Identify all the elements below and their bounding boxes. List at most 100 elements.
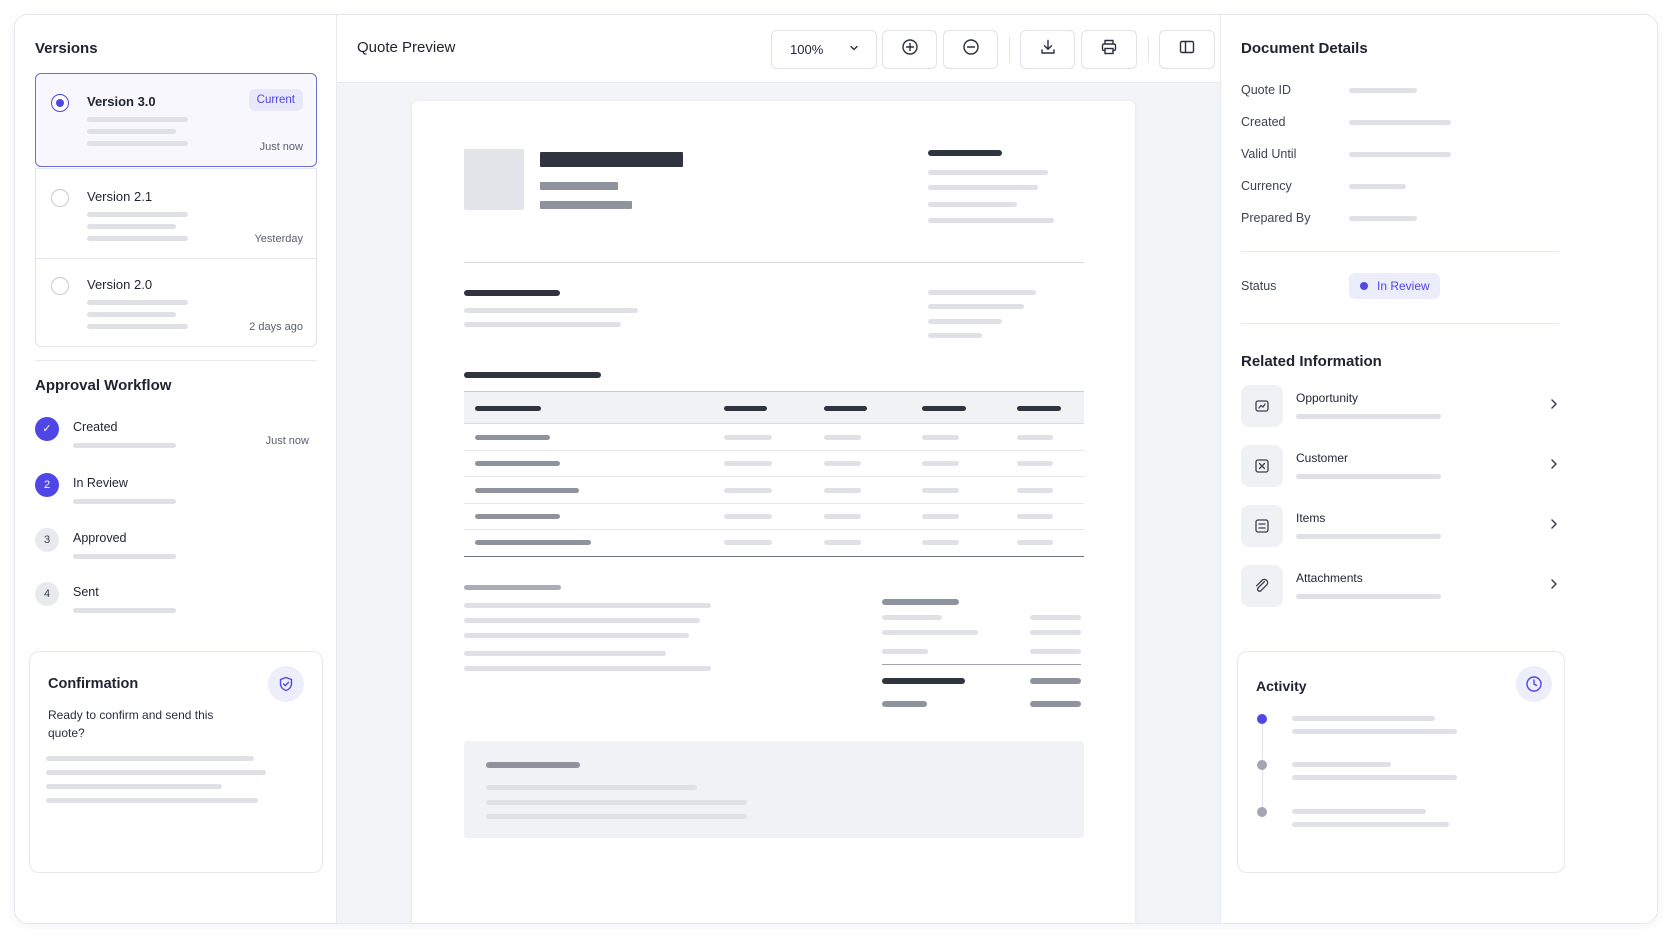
skeleton-line xyxy=(464,585,561,590)
status-label: Status xyxy=(1241,279,1277,293)
skeleton-line xyxy=(1296,474,1441,479)
related-item-items[interactable]: Items xyxy=(1241,505,1559,549)
chevron-right-icon xyxy=(1547,517,1561,536)
terms-block xyxy=(464,741,1084,838)
skeleton-line xyxy=(87,117,188,122)
related-item-customer[interactable]: Customer xyxy=(1241,445,1559,489)
skeleton-line xyxy=(73,443,176,448)
preview-title: Quote Preview xyxy=(357,39,456,56)
version-card-2-0[interactable]: Version 2.0 2 days ago xyxy=(35,258,317,347)
skeleton-line xyxy=(486,814,747,819)
skeleton-value xyxy=(1349,216,1417,221)
zoom-value: 100% xyxy=(790,42,824,57)
customer-icon xyxy=(1241,445,1283,487)
skeleton-line xyxy=(87,224,176,229)
divider xyxy=(464,262,1084,263)
zoom-out-button[interactable] xyxy=(943,30,998,69)
skeleton-line xyxy=(486,785,697,790)
skeleton-line xyxy=(73,554,176,559)
download-button[interactable] xyxy=(1020,30,1075,69)
skeleton-line xyxy=(1296,534,1441,539)
field-label-created: Created xyxy=(1241,115,1286,129)
version-radio[interactable] xyxy=(51,189,69,207)
skeleton-title xyxy=(540,152,683,167)
skeleton-cell xyxy=(475,406,541,411)
skeleton-line xyxy=(540,182,618,190)
version-name: Version 2.1 xyxy=(87,189,153,204)
divider xyxy=(35,360,317,361)
toolbar-divider xyxy=(1148,37,1149,63)
skeleton-cell xyxy=(922,461,959,466)
check-icon: ✓ xyxy=(35,417,59,441)
current-badge: Current xyxy=(248,89,303,111)
related-label: Attachments xyxy=(1296,571,1363,585)
table-header xyxy=(464,391,1084,424)
skeleton-line xyxy=(464,322,621,327)
step-name: In Review xyxy=(73,476,128,490)
related-label: Customer xyxy=(1296,451,1349,465)
skeleton-line xyxy=(928,150,1002,156)
skeleton-cell xyxy=(475,461,560,466)
skeleton-line xyxy=(464,308,638,313)
skeleton-cell xyxy=(724,461,772,466)
field-label-quote-id: Quote ID xyxy=(1241,83,1292,97)
workflow-step-in-review: 2 In Review xyxy=(35,473,317,513)
step-name: Sent xyxy=(73,585,99,599)
version-card-2-1[interactable]: Version 2.1 Yesterday xyxy=(35,168,317,259)
skeleton-line xyxy=(1292,762,1391,767)
skeleton-line xyxy=(882,599,959,605)
print-button[interactable] xyxy=(1081,30,1137,69)
skeleton-line xyxy=(464,290,560,296)
shield-check-icon xyxy=(268,666,304,702)
related-item-opportunity[interactable]: Opportunity xyxy=(1241,385,1559,429)
skeleton-cell xyxy=(1017,406,1061,411)
opportunity-icon xyxy=(1241,385,1283,427)
skeleton-cell xyxy=(824,540,861,545)
related-item-attachments[interactable]: Attachments xyxy=(1241,565,1559,609)
zoom-in-button[interactable] xyxy=(882,30,937,69)
activity-card: Activity xyxy=(1237,651,1565,873)
table-row xyxy=(464,477,1084,504)
step-name: Created xyxy=(73,420,118,434)
zoom-select[interactable]: 100% xyxy=(771,30,877,69)
chevron-right-icon xyxy=(1547,457,1561,476)
download-icon xyxy=(1039,38,1057,61)
app-window: Versions Version 3.0 Current Just now Ve… xyxy=(14,14,1658,924)
activity-title: Activity xyxy=(1256,678,1307,694)
version-radio[interactable] xyxy=(51,94,69,112)
skeleton-line xyxy=(1030,701,1081,707)
skeleton-line xyxy=(928,202,1017,207)
quote-document-page xyxy=(412,101,1135,923)
skeleton-line xyxy=(46,770,266,775)
skeleton-line xyxy=(1030,615,1081,620)
version-name: Version 2.0 xyxy=(87,277,153,292)
version-card-3-0[interactable]: Version 3.0 Current Just now xyxy=(35,73,317,167)
skeleton-line xyxy=(928,185,1038,190)
skeleton-line xyxy=(1296,414,1441,419)
left-panel: Versions Version 3.0 Current Just now Ve… xyxy=(15,15,337,923)
skeleton-line xyxy=(464,372,601,378)
details-panel: Document Details Quote ID Created Valid … xyxy=(1220,15,1657,923)
timeline-dot xyxy=(1257,807,1267,817)
skeleton-line xyxy=(1292,809,1426,814)
skeleton-line xyxy=(73,608,176,613)
skeleton-line xyxy=(87,324,188,329)
chevron-right-icon xyxy=(1547,397,1561,416)
skeleton-value xyxy=(1349,152,1451,157)
skeleton-line xyxy=(882,630,978,635)
version-radio[interactable] xyxy=(51,277,69,295)
related-title: Related Information xyxy=(1241,353,1382,370)
toggle-panel-button[interactable] xyxy=(1159,30,1215,69)
skeleton-line xyxy=(87,236,188,241)
skeleton-line xyxy=(882,678,965,684)
table-row xyxy=(464,425,1084,451)
skeleton-line xyxy=(1296,594,1441,599)
step-name: Approved xyxy=(73,531,127,545)
skeleton-value xyxy=(1349,120,1451,125)
workflow-step-sent: 4 Sent xyxy=(35,582,317,622)
skeleton-line xyxy=(928,333,982,338)
skeleton-cell xyxy=(724,514,772,519)
clock-icon[interactable] xyxy=(1516,666,1552,702)
skeleton-line xyxy=(1292,716,1435,721)
step-time: Just now xyxy=(265,435,309,447)
